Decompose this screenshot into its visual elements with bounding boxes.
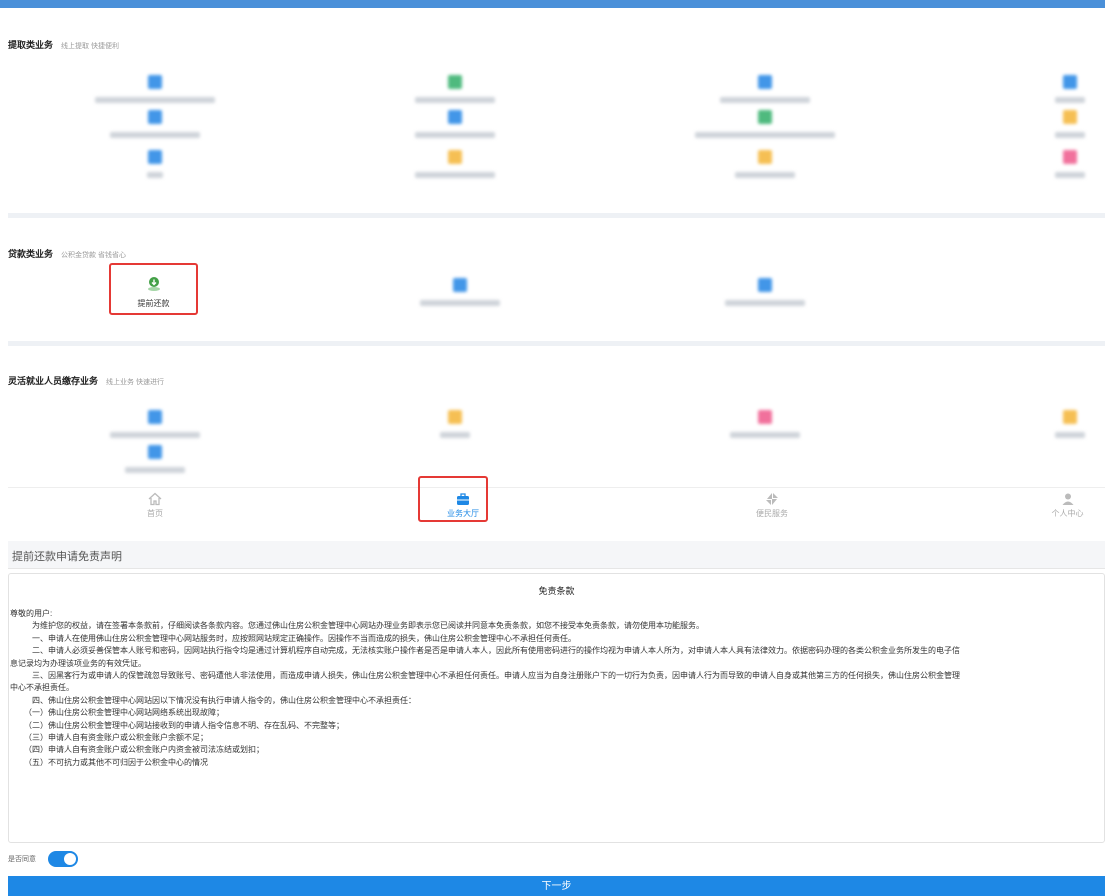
section-separator <box>8 213 1105 218</box>
blurred-tile[interactable] <box>700 278 830 318</box>
service-icon <box>766 493 778 505</box>
disclaimer-box[interactable]: 免责条款 尊敬的用户: 为维护您的权益，请在签署本条款前，仔细阅读各条款内容。您… <box>8 573 1105 843</box>
blurred-tile[interactable] <box>1005 410 1105 450</box>
tab-home[interactable]: 首页 <box>115 492 195 519</box>
disclaimer-line: 为维护您的权益，请在签署本条款前，仔细阅读各条款内容。您通过佛山住房公积金管理中… <box>32 621 704 631</box>
disclaimer-body: 尊敬的用户: 为维护您的权益，请在签署本条款前，仔细阅读各条款内容。您通过佛山住… <box>10 608 1104 769</box>
early-repayment-label: 提前还款 <box>137 299 170 308</box>
blurred-tile[interactable] <box>390 75 520 115</box>
blurred-tile-icon <box>148 445 162 459</box>
disclaimer-line: 四、佛山住房公积金管理中心网站因以下情况没有执行申请人指令的，佛山住房公积金管理… <box>32 695 416 705</box>
disclaimer-line: 中心不承担责任。 <box>10 683 74 693</box>
blurred-tile-icon <box>148 150 162 164</box>
blurred-tile-icon <box>758 110 772 124</box>
blurred-tile-icon <box>148 110 162 124</box>
home-icon <box>148 492 162 506</box>
blurred-tile[interactable] <box>90 150 220 190</box>
disclaimer-line: 二、申请人必须妥善保管本人账号和密码，因网站执行指令均是通过计算机程序自动完成，… <box>32 646 960 656</box>
blurred-tile-icon <box>148 410 162 424</box>
blurred-tile-icon <box>448 75 462 89</box>
tab-convenience-service[interactable]: 便民服务 <box>732 492 812 519</box>
disclaimer-line: （四）申请人自有资金账户或公积金账户内资金被司法冻结或划扣； <box>24 745 264 755</box>
section-separator <box>8 341 1105 346</box>
repayment-icon <box>148 277 160 291</box>
section-title-loan-text: 贷款类业务 <box>8 249 54 259</box>
blurred-tile[interactable] <box>90 75 220 115</box>
blurred-tile[interactable] <box>700 150 830 190</box>
tab-home-label: 首页 <box>147 509 163 518</box>
blurred-tile[interactable] <box>390 110 520 150</box>
blurred-tile[interactable] <box>700 75 830 115</box>
blurred-tile[interactable] <box>695 110 835 150</box>
early-repayment-tile[interactable]: 提前还款 <box>109 263 198 315</box>
user-icon <box>1062 493 1073 505</box>
blurred-tile-icon <box>758 278 772 292</box>
blurred-tile-icon <box>1063 75 1077 89</box>
disclaimer-line: （二）佛山住房公积金管理中心网站接收到的申请人指令信息不明、存在乱码、不完整等； <box>24 720 344 730</box>
blurred-tile[interactable] <box>1005 150 1105 190</box>
disclaimer-line: 一、申请人在使用佛山住房公积金管理中心网站服务时，应按照网站规定正确操作。因操作… <box>32 633 576 643</box>
bottom-tab-bar: 首页 业务大厅 便民服务 个人中心 <box>8 487 1105 525</box>
blurred-tile[interactable] <box>90 110 220 150</box>
section-subtitle-loan: 公积金贷款 省钱省心 <box>61 252 126 259</box>
next-step-button[interactable]: 下一步 <box>8 876 1105 896</box>
business-hall-highlight-box <box>418 476 488 522</box>
blurred-tile-icon <box>1063 150 1077 164</box>
blurred-tile[interactable] <box>700 410 830 450</box>
disclaimer-line: 息记录均为办理该项业务的有效凭证。 <box>10 658 146 668</box>
agree-toggle[interactable] <box>48 851 78 867</box>
blurred-tile-icon <box>1063 110 1077 124</box>
blurred-tile[interactable] <box>90 410 220 450</box>
section-title-flexible-text: 灵活就业人员缴存业务 <box>8 376 99 386</box>
disclaimer-greeting: 尊敬的用户: <box>10 609 53 618</box>
blurred-tile-icon <box>448 410 462 424</box>
blurred-tile-icon <box>148 75 162 89</box>
tab-personal-center[interactable]: 个人中心 <box>1030 492 1105 519</box>
disclaimer-title: 免责条款 <box>538 586 575 596</box>
agree-label: 是否同意 <box>8 856 36 863</box>
disclaimer-line: （五）不可抗力或其他不可归因于公积金中心的情况 <box>24 757 208 767</box>
section-title-loan: 贷款类业务 公积金贷款 省钱省心 <box>8 247 126 260</box>
blurred-tile[interactable] <box>1005 75 1105 115</box>
top-accent-bar <box>0 0 1105 8</box>
blurred-tile-icon <box>758 150 772 164</box>
blurred-tile[interactable] <box>395 278 525 318</box>
section-title-withdrawal-text: 提取类业务 <box>8 40 54 50</box>
tab-convenience-service-label: 便民服务 <box>756 509 788 518</box>
tab-personal-center-label: 个人中心 <box>1051 509 1084 518</box>
blurred-tile[interactable] <box>1005 110 1105 150</box>
section-subtitle-flexible: 线上业务 快速进行 <box>106 379 164 386</box>
toggle-knob <box>64 853 76 865</box>
section-title-flexible: 灵活就业人员缴存业务 线上业务 快速进行 <box>8 374 164 387</box>
section-subtitle-withdrawal: 线上提取 快捷便利 <box>61 43 119 50</box>
blurred-tile-icon <box>453 278 467 292</box>
disclaimer-header: 提前还款申请免责声明 <box>8 541 1105 569</box>
blurred-tile-icon <box>1063 410 1077 424</box>
blurred-tile-icon <box>758 75 772 89</box>
blurred-tile[interactable] <box>90 445 220 485</box>
blurred-tile-icon <box>448 150 462 164</box>
section-title-withdrawal: 提取类业务 线上提取 快捷便利 <box>8 38 119 51</box>
disclaimer-line: （一）佛山住房公积金管理中心网站网络系统出现故障； <box>24 708 224 718</box>
disclaimer-line: 三、因黑客行为或申请人的保管疏忽导致账号、密码遭他人非法使用，而造成申请人损失，… <box>32 671 960 681</box>
blurred-tile[interactable] <box>390 410 520 450</box>
disclaimer-line: （三）申请人自有资金账户或公积金账户余额不足； <box>24 733 208 743</box>
disclaimer-header-title: 提前还款申请免责声明 <box>12 551 122 563</box>
blurred-tile[interactable] <box>390 150 520 190</box>
blurred-tile-icon <box>758 410 772 424</box>
blurred-tile-icon <box>448 110 462 124</box>
